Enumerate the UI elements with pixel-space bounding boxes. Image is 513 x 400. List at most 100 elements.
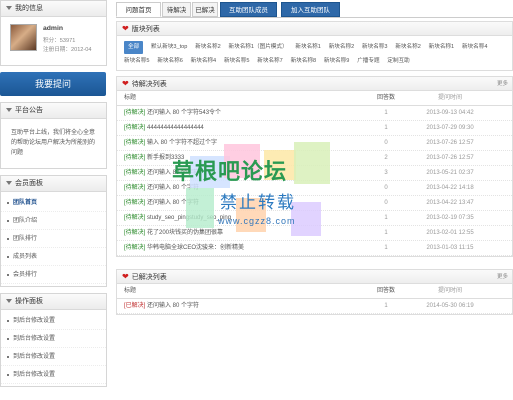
solved-more-link[interactable]: 更多 (497, 270, 508, 284)
category-chip[interactable]: 新块名称5 (224, 55, 250, 68)
category-chip[interactable]: 新块名称2 (395, 41, 421, 54)
menu-item-member-ranking[interactable]: 会员排行 (1, 266, 106, 284)
question-time: 2013-05-21 02:37 (426, 170, 474, 176)
table-row[interactable]: [待解决] study_seo_pingstudy_seo_ping 1 2013-… (117, 211, 512, 226)
question-link[interactable]: 还问输入 80 个字符 (145, 185, 199, 191)
answer-count: 2 (384, 155, 388, 161)
pending-more-link[interactable]: 更多 (497, 77, 508, 91)
status-tag: [待解决] (124, 245, 146, 251)
question-time: 2013-02-01 12:55 (426, 230, 474, 236)
table-row[interactable]: [已解决] 还问输入 80 个字符 1 2014-05-30 06:19 (117, 299, 512, 314)
notice-text: 互助平台上线，我们将全心全意的帮助论坛用户解决为所能别的问题 (11, 130, 96, 156)
tab-pending[interactable]: 待解决 (162, 2, 191, 17)
question-link[interactable]: 还问输入 80 个字符543令个 (145, 110, 221, 116)
notice-title: 平台公告 (15, 107, 43, 114)
question-time: 2013-09-13 04:42 (426, 110, 474, 116)
username[interactable]: admin (43, 25, 63, 32)
table-row[interactable]: [待解决] 输入 80 个字符不超过个字 0 2013-07-26 12:57 (117, 136, 512, 151)
category-chip[interactable]: 新块名称1 (429, 41, 455, 54)
category-chip[interactable]: 新块名称5 (124, 55, 150, 68)
category-chip-all[interactable]: 全部 (124, 41, 144, 54)
category-chip[interactable]: 新块名称1 (295, 41, 321, 54)
menu-item-team-home[interactable]: 团队首页 (1, 194, 106, 212)
question-link[interactable]: 44444444444444444 (145, 125, 204, 131)
menu-item-team-intro[interactable]: 团队介绍 (1, 212, 106, 230)
header-time: 提问时间 (437, 95, 462, 101)
question-link[interactable]: 还问输入 80 个字符 (145, 200, 199, 206)
avatar[interactable] (10, 24, 37, 51)
category-chip[interactable]: 新块名称1（图片模式） (229, 41, 288, 54)
header-answers: 回答数 (376, 95, 395, 101)
category-chip[interactable]: 新块名称3 (362, 41, 388, 54)
question-time: 2013-04-22 14:18 (426, 185, 474, 191)
pending-header: ❤ 待解决列表 (117, 77, 512, 91)
question-link[interactable]: 新手报到3333 (145, 155, 184, 161)
category-chip[interactable]: 广播专题 (357, 55, 379, 68)
collapse-arrow-icon[interactable] (6, 108, 12, 113)
tab-question-home[interactable]: 问题首页 (116, 2, 161, 17)
question-link[interactable]: 还问输入 80 个字符 (145, 303, 199, 309)
answer-count: 0 (384, 140, 388, 146)
status-tag: [待解决] (124, 185, 146, 191)
ops-panel-title: 操作面板 (15, 298, 43, 305)
category-list: 全部 默认新块3_top 新块名称2 新块名称1（图片模式） 新块名称1 新块名… (117, 36, 512, 70)
tab-solved[interactable]: 已解决 (192, 2, 218, 17)
header-answers: 回答数 (376, 288, 395, 294)
category-chip[interactable]: 新块名称6 (157, 55, 183, 68)
category-chip[interactable]: 新块名称2 (329, 41, 355, 54)
category-chip[interactable]: 新块名称7 (257, 55, 283, 68)
menu-item-admin-settings[interactable]: 到后台修改设置 (1, 312, 106, 330)
user-points: 积分：53971 (43, 38, 76, 44)
menu-item-team-ranking[interactable]: 团队排行 (1, 230, 106, 248)
table-row[interactable]: [待解决] 还问输入 80 个字符 3 2013-05-21 02:37 (117, 166, 512, 181)
header-title: 标题 (124, 95, 137, 101)
table-row[interactable]: [待解决] 还问输入 80 个字符 0 2013-04-22 14:18 (117, 181, 512, 196)
member-panel-header: 会员面板 (1, 176, 106, 192)
status-tag: [待解决] (124, 170, 146, 176)
answer-count: 1 (384, 125, 388, 131)
question-time: 2013-02-19 07:35 (426, 215, 474, 221)
member-panel-title: 会员面板 (15, 180, 43, 187)
menu-item-member-list[interactable]: 成员列表 (1, 248, 106, 266)
table-row[interactable]: [待解决] 还问输入 80 个字符543令个 1 2013-09-13 04:42 (117, 106, 512, 121)
question-link[interactable]: 输入 80 个字符不超过个字 (145, 140, 217, 146)
question-link[interactable]: 华韩电脑全球CEO沈骏来：创新精美 (145, 245, 244, 251)
question-link[interactable]: 花了200块钱买的伪集团很靠 (145, 230, 223, 236)
collapse-arrow-icon[interactable] (6, 6, 12, 11)
answer-count: 3 (384, 170, 388, 176)
table-row[interactable]: [待解决] 44444444444444444 1 2013-07-29 09:30 (117, 121, 512, 136)
ask-question-button[interactable]: 我要提问 (0, 72, 106, 96)
table-header: 标题 回答数 提问时间 (117, 91, 512, 106)
table-row[interactable]: [待解决] 还问输入 80 个字符 0 2013-04-22 13:47 (117, 196, 512, 211)
category-chip[interactable]: 默认新块3_top (151, 41, 187, 54)
menu-item-admin-settings[interactable]: 到后台修改设置 (1, 330, 106, 348)
tab-join-team[interactable]: 加入互助团队 (281, 2, 340, 17)
heart-icon: ❤ (122, 24, 129, 33)
category-chip[interactable]: 新块名称9 (324, 55, 350, 68)
category-chip[interactable]: 新块名称2 (195, 41, 221, 54)
table-row[interactable]: [待解决] 花了200块钱买的伪集团很靠 1 2013-02-01 12:55 (117, 226, 512, 241)
collapse-arrow-icon[interactable] (6, 181, 12, 186)
category-chip[interactable]: 新块名称4 (191, 55, 217, 68)
ops-panel: 操作面板 到后台修改设置 到后台修改设置 到后台修改设置 到后台修改设置 (0, 293, 107, 387)
answer-count: 1 (384, 303, 388, 309)
menu-item-admin-settings[interactable]: 到后台修改设置 (1, 348, 106, 366)
tab-divider (116, 17, 513, 18)
question-link[interactable]: study_seo_pingstudy_seo_ping (145, 215, 231, 221)
question-link[interactable]: 还问输入 80 个字符 (145, 170, 199, 176)
table-row[interactable]: [待解决] 华韩电脑全球CEO沈骏来：创新精美 1 2013-01-03 11:15 (117, 241, 512, 256)
question-time: 2013-07-26 12:57 (426, 155, 474, 161)
category-chip[interactable]: 定制互助 (387, 55, 409, 68)
menu-item-admin-settings[interactable]: 到后台修改设置 (1, 366, 106, 384)
status-tag: [已解决] (124, 303, 146, 309)
table-row[interactable]: [待解决] 新手报到3333 2 2013-07-26 12:57 (117, 151, 512, 166)
member-panel: 会员面板 团队首页 团队介绍 团队排行 成员列表 会员排行 (0, 175, 107, 287)
question-time: 2013-01-03 11:15 (426, 245, 474, 251)
category-chip[interactable]: 新块名称8 (291, 55, 317, 68)
category-chip[interactable]: 新块名称4 (462, 41, 488, 54)
user-card: admin 积分：53971 注册日期：2012-04 (1, 17, 106, 65)
answer-count: 1 (384, 230, 388, 236)
solved-title: 已解决列表 (131, 274, 167, 281)
collapse-arrow-icon[interactable] (6, 299, 12, 304)
tab-team-members[interactable]: 互助团队成员 (220, 2, 277, 17)
